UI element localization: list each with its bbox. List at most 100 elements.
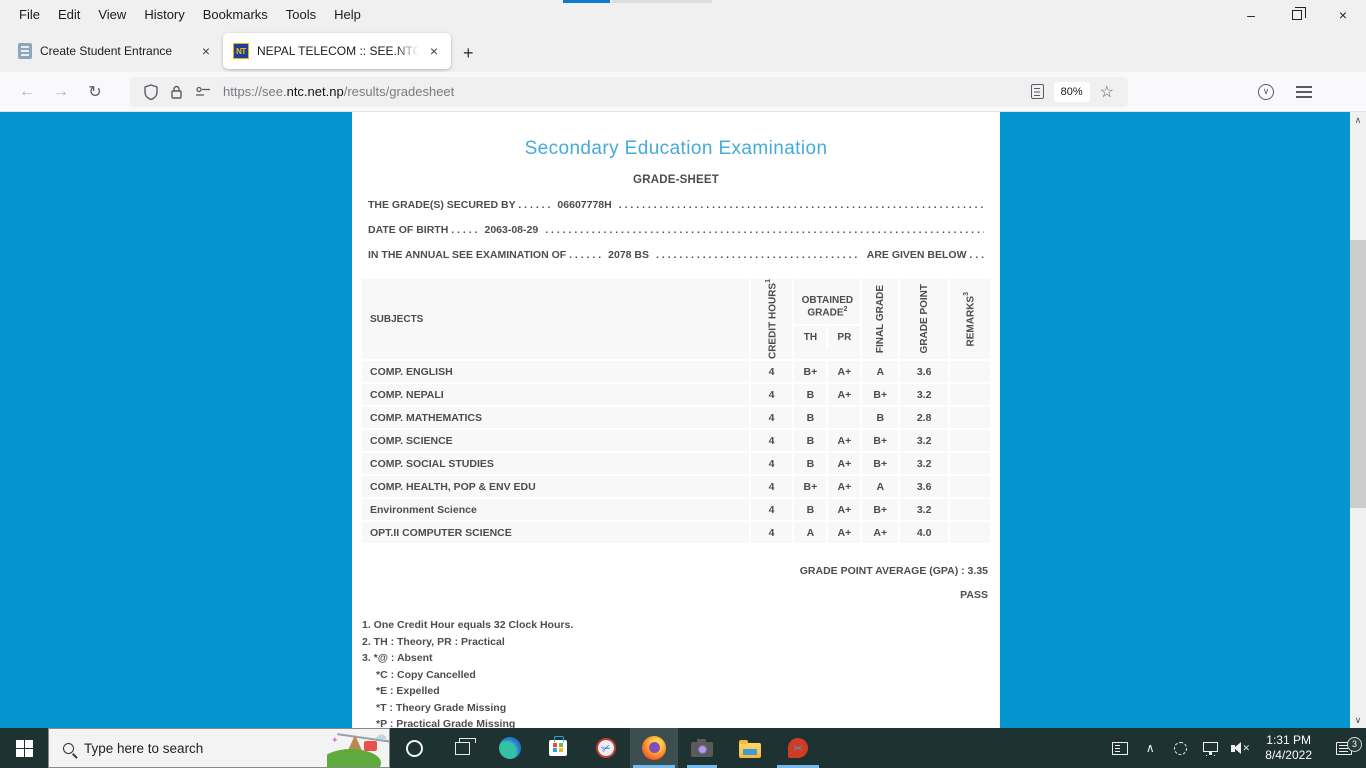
start-button[interactable] (0, 728, 48, 768)
shield-icon[interactable] (144, 83, 158, 100)
th-grade-cell: B (792, 453, 827, 475)
menu-item[interactable]: File (10, 3, 49, 26)
grade-row: COMP. HEALTH, POP & ENV EDU 4 B+ A+ A 3.… (362, 476, 990, 498)
firefox-button[interactable] (630, 728, 678, 768)
cortana-button[interactable] (390, 728, 438, 768)
gradesheet-page: Secondary Education Examination GRADE-SH… (352, 112, 1000, 728)
document-icon (18, 43, 32, 59)
grade-point-cell: 3.2 (898, 499, 949, 521)
th-grade-cell: B (792, 430, 827, 452)
file-explorer-button[interactable] (726, 728, 774, 768)
pocket-icon[interactable]: ∨ (1258, 83, 1274, 100)
pr-grade-cell: A+ (826, 430, 861, 452)
speaker-muted-icon: ✕ (1230, 742, 1250, 754)
news-icon (1112, 741, 1129, 755)
store-icon (549, 736, 567, 756)
subject-cell: COMP. HEALTH, POP & ENV EDU (362, 476, 749, 498)
footnote-3: 3. *@ : Absent (362, 652, 433, 665)
task-view-button[interactable] (438, 728, 486, 768)
reader-view-icon[interactable] (1030, 84, 1044, 99)
notification-count-badge: 3 (1347, 736, 1362, 752)
credit-cell: 4 (748, 522, 793, 544)
remarks-cell (948, 499, 990, 521)
back-button[interactable]: ← (10, 83, 44, 101)
subject-cell: COMP. MATHEMATICS (362, 407, 749, 429)
meet-now-button[interactable] (1165, 741, 1195, 755)
edge-icon (499, 737, 521, 759)
tab-bar: Create Student Entrance × NT NEPAL TELEC… (0, 30, 1366, 72)
close-button[interactable]: × (1320, 0, 1366, 30)
grade-point-cell: 3.2 (898, 430, 949, 452)
microsoft-store-button[interactable] (534, 728, 582, 768)
taskbar-search-box[interactable]: Type here to search ✦ ☁ (48, 728, 390, 768)
grade-row: COMP. ENGLISH 4 B+ A+ A 3.6 (362, 361, 990, 383)
menu-item[interactable]: Tools (277, 3, 325, 26)
tab-close-icon[interactable]: × (427, 43, 441, 59)
edge-button[interactable] (486, 728, 534, 768)
menu-item[interactable]: Bookmarks (194, 3, 277, 26)
final-grade-cell: B+ (860, 453, 899, 475)
snipping-tool-button[interactable]: ✂ (582, 728, 630, 768)
zoom-level-badge[interactable]: 80% (1053, 81, 1090, 102)
windows-logo-icon (15, 739, 33, 757)
th-grade-cell: B (792, 407, 827, 429)
scrollbar-thumb[interactable] (1350, 240, 1366, 508)
maximize-button[interactable] (1274, 0, 1320, 30)
page-scrollbar[interactable]: ∧ ∨ (1350, 112, 1366, 728)
gpa-summary: GRADE POINT AVERAGE (GPA) : 3.35 (799, 565, 988, 578)
paint-app-button[interactable]: ✂ (774, 728, 822, 768)
network-button[interactable] (1195, 741, 1225, 755)
notification-center-button[interactable]: 3 (1322, 736, 1366, 755)
tab-close-icon[interactable]: × (199, 43, 213, 59)
new-tab-button[interactable]: + (451, 43, 486, 64)
credit-cell: 4 (748, 453, 793, 475)
show-hidden-icons-button[interactable]: ∧ (1135, 741, 1165, 755)
remarks-cell (948, 522, 990, 544)
paint-scissors-icon: ✂ (788, 738, 808, 758)
taskbar-clock[interactable]: 1:31 PM 8/4/2022 (1255, 733, 1322, 763)
date-of-birth-line: DATE OF BIRTH . . . . . 2063-08-29. . . .… (368, 224, 984, 236)
bookmark-star-icon[interactable]: ☆ (1100, 82, 1114, 102)
volume-button[interactable]: ✕ (1225, 742, 1255, 754)
header-obtained-grade: OBTAINED GRADE2 TH PR (792, 279, 861, 360)
menu-item[interactable]: View (89, 3, 135, 26)
forward-button[interactable]: → (44, 83, 78, 101)
footnote-1: 1. One Credit Hour equals 32 Clock Hours… (362, 619, 574, 632)
menu-item[interactable]: Edit (49, 3, 89, 26)
remarks-cell (948, 361, 990, 383)
task-view-icon (454, 737, 476, 755)
navigation-toolbar: ← → ↻ https://see.ntc.net.np/results/gra… (0, 72, 1366, 112)
tab-nepal-telecom[interactable]: NT NEPAL TELECOM :: SEE.NTC.NET × (223, 33, 451, 69)
final-grade-cell: A (860, 361, 899, 383)
menu-item[interactable]: Help (325, 3, 370, 26)
firefox-icon (642, 736, 666, 760)
scroll-up-arrow[interactable]: ∧ (1350, 112, 1366, 128)
tab-title: Create Student Entrance (40, 44, 173, 58)
grade-point-cell: 3.2 (898, 384, 949, 406)
grades-secured-line: THE GRADE(S) SECURED BY . . . . . . 06607… (368, 199, 984, 211)
minimize-button[interactable]: – (1228, 0, 1274, 30)
news-widget-button[interactable] (1105, 741, 1135, 755)
grades-table-body: COMP. ENGLISH 4 B+ A+ A 3.6 COMP. NEPALI… (362, 361, 990, 544)
pr-grade-cell: A+ (826, 453, 861, 475)
camera-button[interactable] (678, 728, 726, 768)
url-bar[interactable]: https://see.ntc.net.np/results/gradeshee… (130, 76, 1128, 107)
grades-table-header-row: SUBJECTS CREDIT HOURS1 OBTAINED GRADE2 T… (362, 279, 990, 360)
window-controls: – × (1228, 0, 1366, 30)
tab-create-student-entrance[interactable]: Create Student Entrance × (8, 33, 223, 69)
scroll-down-arrow[interactable]: ∨ (1350, 712, 1366, 728)
header-subjects: SUBJECTS (362, 279, 749, 360)
menu-hamburger-icon[interactable] (1296, 85, 1312, 88)
grade-point-cell: 3.6 (898, 361, 949, 383)
grades-table: SUBJECTS CREDIT HOURS1 OBTAINED GRADE2 T… (362, 277, 990, 545)
remarks-cell (948, 384, 990, 406)
pr-grade-cell: A+ (826, 476, 861, 498)
loading-strip-gray (612, 0, 712, 3)
menu-item[interactable]: History (135, 3, 193, 26)
reload-button[interactable]: ↻ (78, 82, 112, 102)
lock-icon[interactable] (170, 84, 183, 100)
permissions-icon[interactable] (195, 86, 211, 98)
header-pr: PR (826, 326, 860, 349)
meet-now-icon (1173, 741, 1187, 755)
grade-row: COMP. SCIENCE 4 B A+ B+ 3.2 (362, 430, 990, 452)
